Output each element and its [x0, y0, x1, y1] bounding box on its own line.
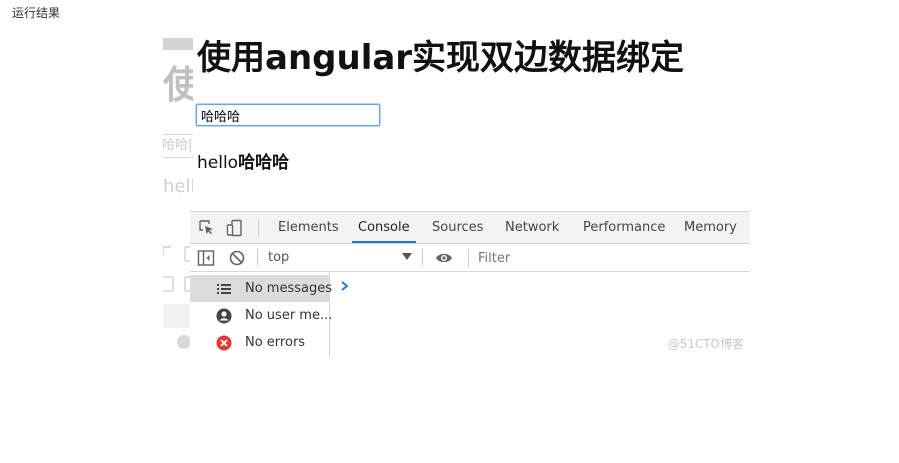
sidebar-item-label: No errors — [245, 335, 306, 350]
error-icon — [216, 335, 232, 351]
device-toggle-icon[interactable] — [226, 219, 244, 237]
ghost-input: 哈哈| — [163, 134, 193, 158]
clear-console-icon[interactable] — [228, 249, 246, 267]
devtools-panel: Elements Console Sources Network Perform… — [190, 211, 754, 357]
devtools-tabbar: Elements Console Sources Network Perform… — [190, 211, 750, 244]
name-input[interactable] — [196, 104, 380, 126]
sidebar-item-label: No messages — [245, 281, 333, 296]
console-sidebar: No messages No user me... No errors — [190, 272, 333, 357]
ghost-overlay: 使 哈哈| hell — [163, 38, 193, 358]
eye-icon[interactable] — [435, 249, 453, 267]
tab-network[interactable]: Network — [505, 212, 559, 243]
inspect-icon[interactable] — [198, 219, 216, 237]
hello-output: hello哈哈哈 — [197, 148, 289, 173]
user-icon — [216, 308, 232, 324]
ghost-title: 使 — [163, 63, 193, 107]
ghost-inspect-icon — [163, 244, 193, 266]
tab-performance[interactable]: Performance — [583, 212, 665, 243]
tab-sources[interactable]: Sources — [432, 212, 483, 243]
list-icon — [216, 281, 232, 297]
ghost-sidebar-icon — [163, 274, 193, 296]
toolbar-divider — [257, 249, 258, 267]
ghost-row — [163, 304, 193, 328]
page-title: 使用angular实现双边数据绑定 — [197, 38, 685, 78]
filter-input[interactable] — [476, 245, 754, 272]
sidebar-item-label: No user me... — [245, 308, 333, 323]
console-toolbar: top — [190, 244, 754, 272]
sidebar-item-errors[interactable]: No errors — [190, 329, 329, 356]
watermark: @51CTO博客 — [667, 337, 744, 351]
hello-name: 哈哈哈 — [238, 153, 290, 173]
prompt-chevron-icon — [340, 277, 350, 291]
toolbar-divider-2 — [422, 249, 423, 267]
sidebar-item-user-messages[interactable]: No user me... — [190, 302, 333, 329]
hello-prefix: hello — [197, 153, 239, 173]
tab-console[interactable]: Console — [352, 212, 416, 243]
tabbar-divider — [258, 219, 259, 237]
toolbar-divider-3 — [468, 249, 469, 267]
tab-elements[interactable]: Elements — [278, 212, 339, 243]
chevron-down-icon[interactable] — [402, 253, 412, 260]
caption: 运行结果 — [12, 6, 61, 20]
ghost-bar — [163, 38, 193, 50]
sidebar-item-messages[interactable]: No messages — [190, 275, 333, 302]
ghost-hello: hell — [163, 176, 193, 197]
context-selector[interactable]: top — [268, 244, 289, 271]
ghost-user-icon — [177, 335, 191, 349]
tab-memory[interactable]: Memory — [684, 212, 737, 243]
sidebar-toggle-icon[interactable] — [197, 249, 215, 267]
